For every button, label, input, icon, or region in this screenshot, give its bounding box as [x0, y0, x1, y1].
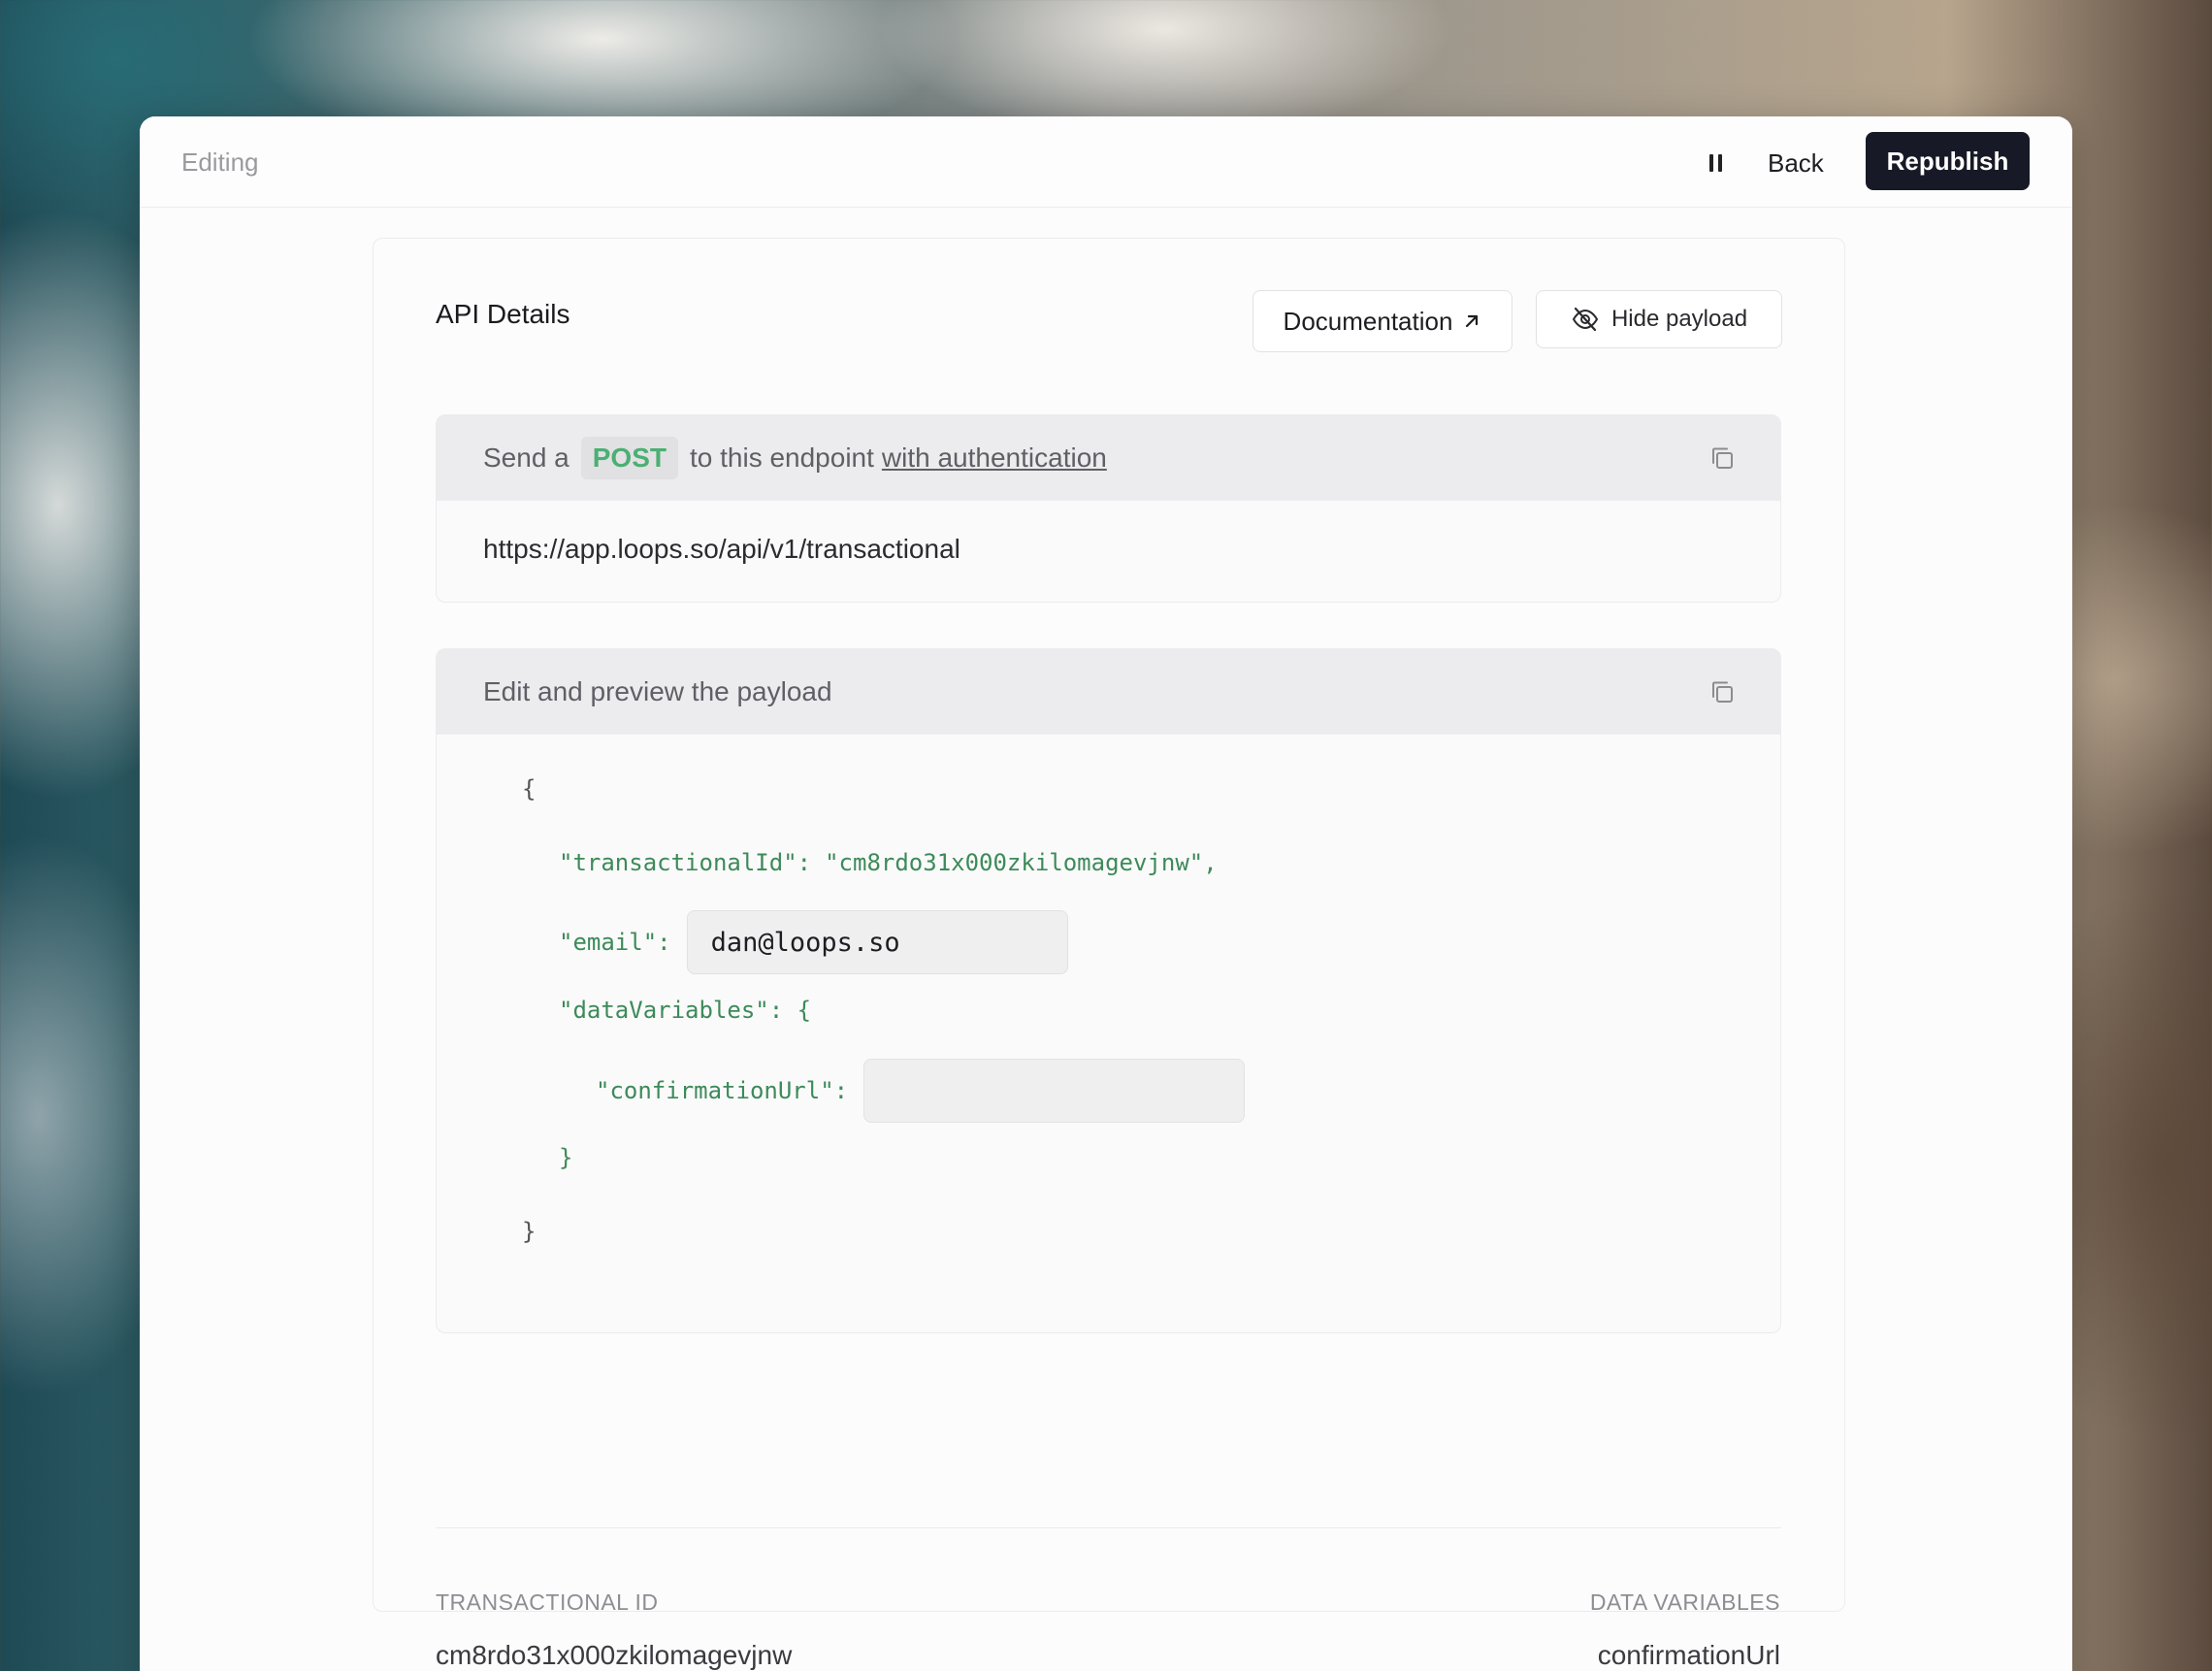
documentation-button[interactable]: Documentation [1252, 290, 1513, 352]
endpoint-url: https://app.loops.so/api/v1/transactiona… [483, 534, 960, 564]
authentication-link[interactable]: with authentication [882, 442, 1107, 474]
endpoint-panel: Send a POST to this endpoint with authen… [436, 414, 1781, 603]
endpoint-header: Send a POST to this endpoint with authen… [437, 415, 1780, 501]
eye-off-icon [1572, 307, 1599, 332]
email-input[interactable] [686, 910, 1068, 974]
inner-close-brace: } [559, 1144, 573, 1171]
email-key: "email": [559, 929, 671, 956]
editor-window: Editing Back Republish API Details Docum… [140, 116, 2072, 1671]
copy-payload-icon[interactable] [1708, 678, 1736, 705]
data-variables-key: "dataVariables": { [559, 997, 812, 1024]
code-open-brace: { [522, 775, 536, 803]
close-brace: } [522, 1218, 537, 1245]
pause-button[interactable] [1696, 144, 1735, 182]
data-variables-value: confirmationUrl [1597, 1640, 1780, 1670]
transactional-value: "cm8rdo31x000zkilomagevjnw", [825, 849, 1218, 876]
api-details-card: API Details Documentation Hide payload S… [373, 238, 1845, 1670]
payload-header: Edit and preview the payload [437, 649, 1780, 735]
confirmation-key: "confirmationUrl": [596, 1077, 849, 1104]
transactional-id-value: cm8rdo31x000zkilomagevjnw [436, 1640, 793, 1670]
copy-icon[interactable] [1708, 444, 1736, 472]
republish-button[interactable]: Republish [1866, 132, 2030, 190]
arrow-up-right-icon [1466, 314, 1479, 328]
code-close-brace: } [522, 1218, 536, 1245]
code-confirmation-line: "confirmationUrl": [596, 1059, 1246, 1123]
code-transactional-line: "transactionalId": "cm8rdo31x000zkilomag… [559, 849, 1218, 876]
hide-payload-label: Hide payload [1610, 306, 1748, 332]
editing-status: Editing [181, 147, 259, 177]
transactional-key: "transactionalId": [559, 849, 812, 876]
top-bar: Editing Back Republish [140, 116, 2072, 208]
method-badge: POST [580, 437, 678, 479]
payload-code: { "transactionalId": "cm8rdo31x000zkilom… [437, 735, 1780, 1332]
payload-header-label: Edit and preview the payload [483, 676, 832, 706]
confirmation-url-input[interactable] [863, 1059, 1246, 1123]
code-email-line: "email": [559, 910, 1068, 974]
section-divider [436, 1527, 1781, 1528]
pause-icon-bar [1717, 154, 1722, 172]
endpoint-middle: to this endpoint [689, 442, 874, 473]
documentation-label: Documentation [1283, 306, 1453, 336]
payload-panel: Edit and preview the payload { "transact… [436, 648, 1781, 1333]
open-brace: { [522, 775, 537, 803]
back-button[interactable]: Back [1756, 144, 1836, 182]
code-data-variables-line: "dataVariables": { [559, 997, 811, 1024]
hide-payload-button[interactable]: Hide payload [1536, 290, 1782, 348]
pause-icon [1708, 154, 1713, 172]
card-title: API Details [436, 299, 570, 329]
endpoint-prefix: Send a [483, 442, 569, 473]
transactional-id-label: TRANSACTIONAL ID [436, 1589, 659, 1615]
code-inner-close: } [559, 1144, 572, 1171]
data-variables-label: DATA VARIABLES [1589, 1589, 1780, 1615]
